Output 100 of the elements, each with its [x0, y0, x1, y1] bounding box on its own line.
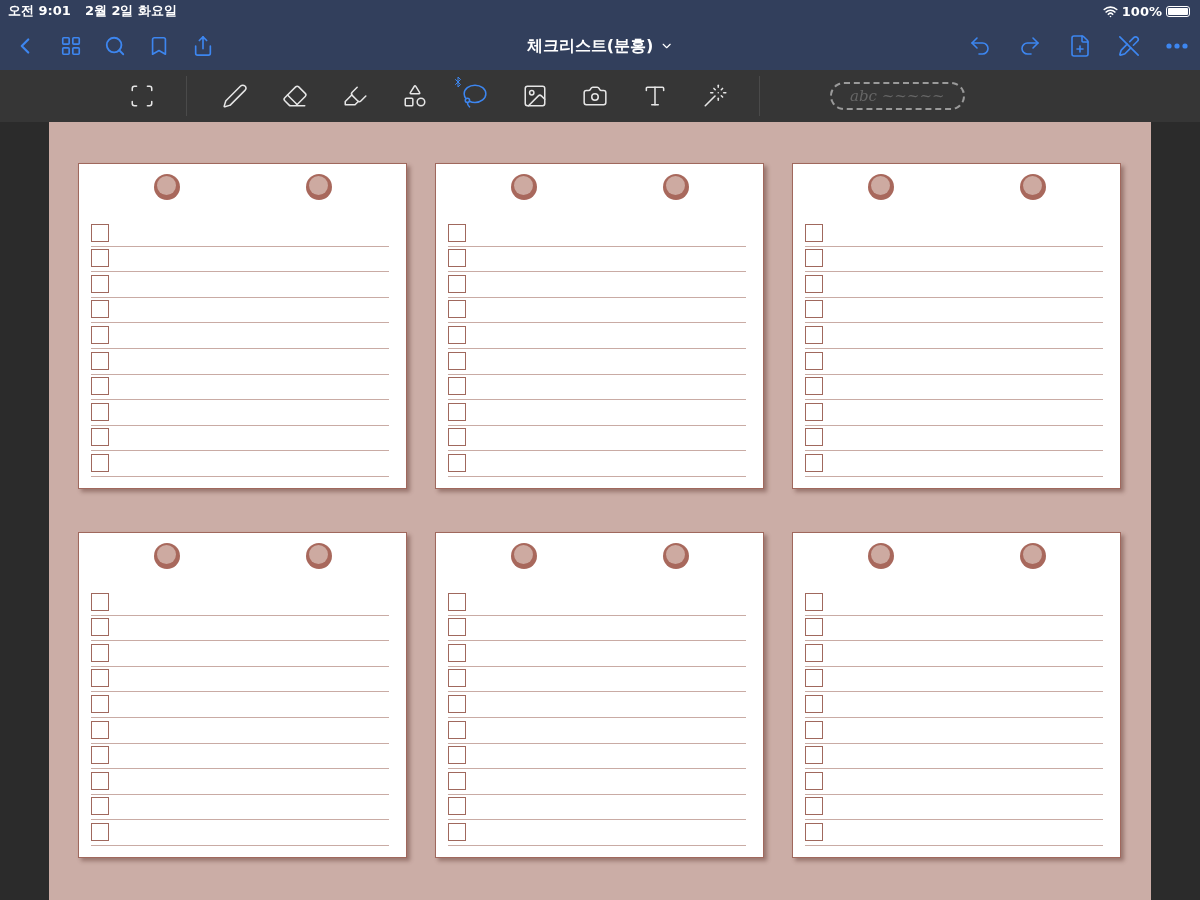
checkbox[interactable]: [805, 771, 823, 790]
checkbox[interactable]: [448, 325, 466, 344]
undo-button[interactable]: [968, 34, 992, 58]
more-button[interactable]: [1166, 43, 1188, 49]
checkbox[interactable]: [91, 797, 109, 816]
checkbox[interactable]: [91, 428, 109, 447]
search-icon: [104, 35, 126, 57]
checkbox[interactable]: [91, 351, 109, 370]
pin-icon: [511, 543, 537, 569]
battery-icon: [1166, 5, 1190, 17]
checkbox[interactable]: [448, 643, 466, 662]
checkbox[interactable]: [91, 694, 109, 713]
checkbox[interactable]: [805, 300, 823, 319]
lasso-icon: [462, 83, 488, 109]
status-date: 2월 2일 화요일: [84, 2, 178, 20]
checkbox[interactable]: [805, 618, 823, 637]
checkbox[interactable]: [805, 746, 823, 765]
redo-button[interactable]: [1018, 34, 1042, 58]
checkbox[interactable]: [448, 428, 466, 447]
checkbox[interactable]: [448, 822, 466, 841]
pin-icon: [306, 174, 332, 200]
pin-icon: [154, 174, 180, 200]
checkbox[interactable]: [448, 377, 466, 396]
pin-icon: [511, 174, 537, 200]
checkbox[interactable]: [91, 771, 109, 790]
checkbox[interactable]: [805, 592, 823, 611]
checkbox[interactable]: [91, 300, 109, 319]
pen-off-icon: [1118, 35, 1140, 57]
grid-icon: [60, 35, 82, 57]
checkbox[interactable]: [805, 720, 823, 739]
add-page-button[interactable]: [1068, 34, 1092, 58]
pin-icon: [663, 174, 689, 200]
checkbox[interactable]: [805, 669, 823, 688]
pin-icon: [1020, 174, 1046, 200]
pin-icon: [154, 543, 180, 569]
pin-icon: [868, 174, 894, 200]
checkbox[interactable]: [91, 223, 109, 242]
checkbox[interactable]: [805, 694, 823, 713]
checkbox[interactable]: [805, 402, 823, 421]
checkbox[interactable]: [805, 428, 823, 447]
checkbox[interactable]: [448, 402, 466, 421]
share-icon: [192, 35, 214, 57]
checkbox[interactable]: [91, 822, 109, 841]
checkbox[interactable]: [91, 746, 109, 765]
pen-off-button[interactable]: [1118, 35, 1140, 57]
checkbox[interactable]: [805, 453, 823, 472]
checkbox[interactable]: [91, 274, 109, 293]
shapes-icon: [402, 83, 428, 109]
checkbox[interactable]: [448, 771, 466, 790]
checkbox[interactable]: [91, 720, 109, 739]
checkbox[interactable]: [448, 797, 466, 816]
image-icon: [522, 83, 548, 109]
share-button[interactable]: [192, 35, 214, 57]
checkbox[interactable]: [91, 249, 109, 268]
checkbox[interactable]: [448, 669, 466, 688]
checkbox[interactable]: [91, 402, 109, 421]
checkbox[interactable]: [91, 618, 109, 637]
checkbox[interactable]: [91, 453, 109, 472]
pen-icon: [222, 83, 248, 109]
battery-percent: 100%: [1121, 3, 1162, 19]
checkbox[interactable]: [805, 351, 823, 370]
checkbox[interactable]: [448, 453, 466, 472]
checkbox[interactable]: [805, 249, 823, 268]
checkbox[interactable]: [91, 643, 109, 662]
eraser-icon: [282, 83, 308, 109]
search-button[interactable]: [104, 35, 126, 57]
checkbox[interactable]: [805, 274, 823, 293]
checkbox[interactable]: [448, 694, 466, 713]
checkbox[interactable]: [91, 377, 109, 396]
bluetooth-icon: [452, 76, 464, 88]
checkbox[interactable]: [805, 643, 823, 662]
undo-icon: [968, 34, 992, 58]
checkbox[interactable]: [448, 249, 466, 268]
pin-icon: [663, 543, 689, 569]
checkbox[interactable]: [448, 592, 466, 611]
checkbox[interactable]: [805, 325, 823, 344]
checkbox[interactable]: [91, 669, 109, 688]
checkbox[interactable]: [805, 797, 823, 816]
checkbox[interactable]: [805, 822, 823, 841]
checkbox[interactable]: [448, 618, 466, 637]
pin-icon: [1020, 543, 1046, 569]
wifi-icon: [1102, 3, 1118, 19]
checkbox[interactable]: [448, 300, 466, 319]
checkbox[interactable]: [448, 351, 466, 370]
checkbox[interactable]: [91, 325, 109, 344]
checkbox[interactable]: [448, 720, 466, 739]
more-icon: [1166, 43, 1188, 49]
pin-icon: [306, 543, 332, 569]
checkbox[interactable]: [91, 592, 109, 611]
document-title[interactable]: 체크리스트(분홍): [520, 34, 680, 58]
checkbox[interactable]: [448, 223, 466, 242]
checkbox[interactable]: [805, 377, 823, 396]
checkbox[interactable]: [448, 746, 466, 765]
checkbox[interactable]: [805, 223, 823, 242]
pin-icon: [868, 543, 894, 569]
checkbox[interactable]: [448, 274, 466, 293]
status-time: 오전 9:01: [8, 2, 71, 20]
grid-button[interactable]: [60, 35, 82, 57]
add-file-icon: [1068, 34, 1092, 58]
redo-icon: [1018, 34, 1042, 58]
